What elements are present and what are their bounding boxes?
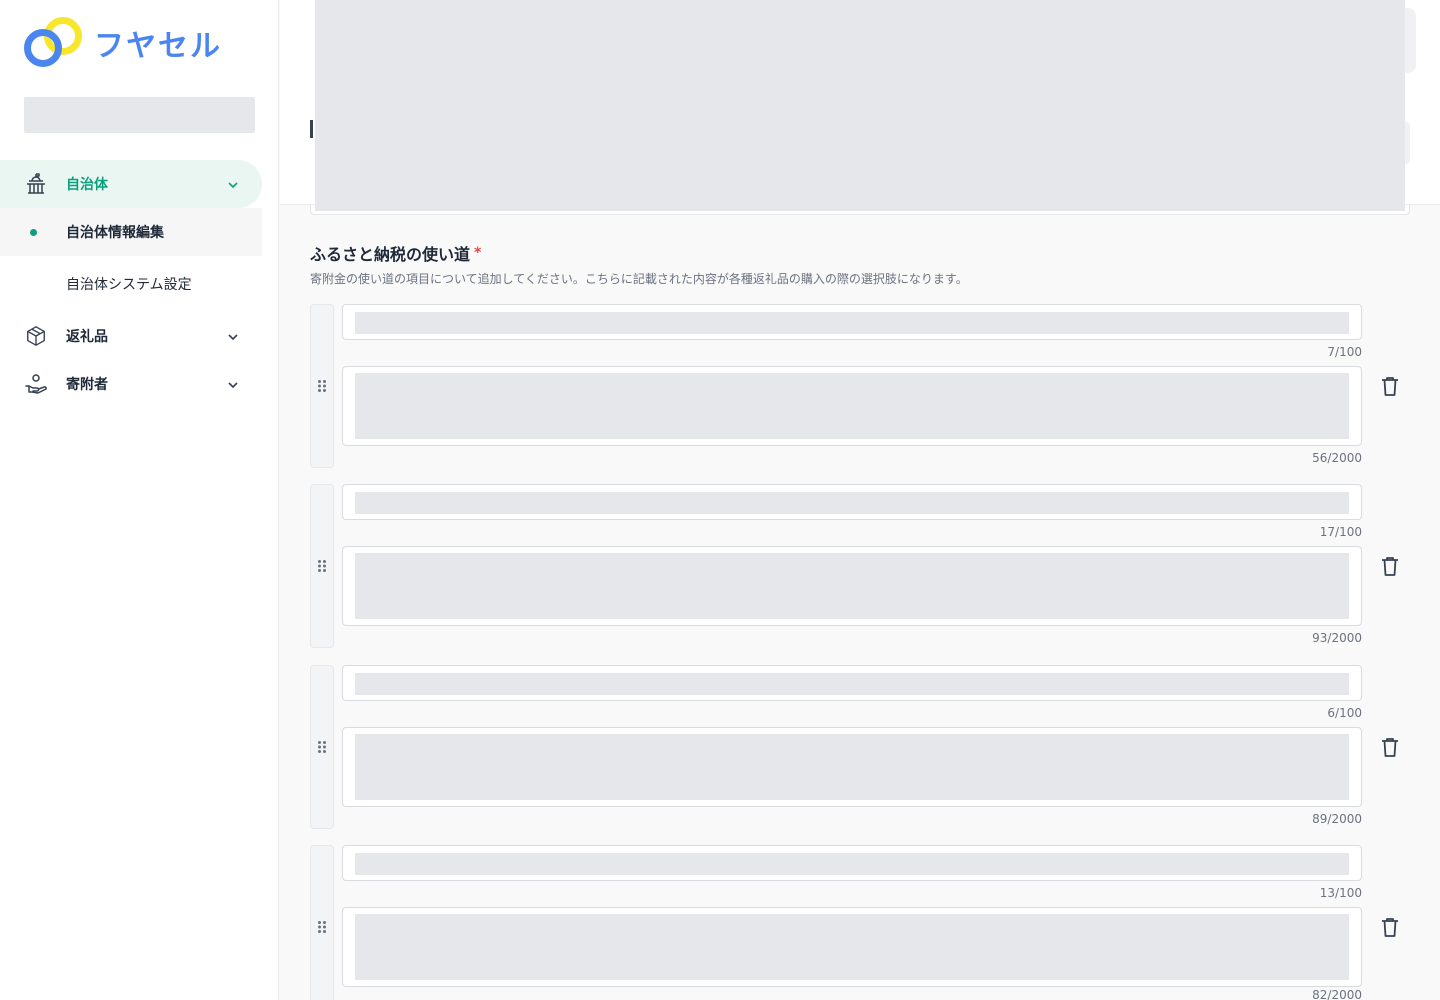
usage-item: 13/100 82/2000	[310, 845, 1410, 1000]
trash-icon[interactable]	[1381, 376, 1399, 396]
sidebar-item-municipality[interactable]: 自治体	[0, 160, 262, 208]
sidebar-subitem-label: 自治体システム設定	[66, 277, 192, 293]
title-char-count: 13/100	[1319, 886, 1362, 900]
drag-handle-icon	[318, 560, 326, 572]
trash-icon[interactable]	[1381, 737, 1399, 757]
sidebar-item-return-gifts[interactable]: 返礼品	[0, 312, 262, 360]
drag-handle[interactable]	[310, 665, 334, 829]
loading-overlay	[315, 0, 1405, 211]
sidebar-item-label: 寄附者	[66, 377, 108, 393]
usage-item: 7/100 56/2000	[310, 304, 1410, 468]
chevron-down-icon[interactable]	[226, 377, 240, 391]
title-char-count: 17/100	[1319, 525, 1362, 539]
drag-handle-icon	[318, 921, 326, 933]
current-indicator-dot	[30, 229, 37, 236]
usage-item: 17/100 93/2000	[310, 484, 1410, 648]
sidebar-nav: 自治体 自治体情報編集 自治体システム設定 返礼品 寄附者	[0, 160, 262, 408]
usage-description-textarea[interactable]	[342, 727, 1362, 807]
city-hall-icon	[24, 172, 48, 196]
hand-person-icon	[24, 372, 48, 396]
sidebar: フヤセル 自治体 自治体情報編集 自治体システム設定 返礼品 寄附者	[0, 0, 279, 1000]
usage-title-input[interactable]	[342, 304, 1362, 340]
logo-mark-icon	[24, 17, 84, 69]
body-char-count: 56/2000	[1312, 451, 1362, 465]
box-icon	[24, 324, 48, 348]
sidebar-item-label: 返礼品	[66, 329, 108, 345]
brand-logo[interactable]: フヤセル	[24, 17, 222, 69]
usage-title-input[interactable]	[342, 484, 1362, 520]
sidebar-item-label: 自治体	[66, 177, 108, 193]
usage-item: 6/100 89/2000	[310, 665, 1410, 829]
usage-title-input[interactable]	[342, 845, 1362, 881]
chevron-down-icon[interactable]	[226, 329, 240, 343]
page-title-placeholder	[310, 120, 313, 138]
sidebar-placeholder	[24, 97, 255, 133]
sidebar-subitem-label: 自治体情報編集	[66, 225, 164, 241]
section-title-text: ふるさと納税の使い道	[310, 245, 471, 264]
section-title: ふるさと納税の使い道 *	[310, 241, 481, 265]
required-mark: *	[474, 245, 482, 261]
body-char-count: 82/2000	[1312, 988, 1362, 1000]
title-char-count: 6/100	[1327, 706, 1362, 720]
body-char-count: 93/2000	[1312, 631, 1362, 645]
drag-handle-icon	[318, 741, 326, 753]
sidebar-subitem-municipality-edit[interactable]: 自治体情報編集	[0, 208, 262, 256]
usage-description-textarea[interactable]	[342, 366, 1362, 446]
sidebar-item-donors[interactable]: 寄附者	[0, 360, 262, 408]
sidebar-subitem-system-settings[interactable]: 自治体システム設定	[0, 256, 262, 312]
usage-description-textarea[interactable]	[342, 546, 1362, 626]
usage-title-input[interactable]	[342, 665, 1362, 701]
chevron-down-icon[interactable]	[226, 177, 240, 191]
usage-description-textarea[interactable]	[342, 907, 1362, 987]
logo-text: フヤセル	[94, 29, 222, 64]
drag-handle[interactable]	[310, 845, 334, 1000]
trash-icon[interactable]	[1381, 917, 1399, 937]
trash-icon[interactable]	[1381, 556, 1399, 576]
body-char-count: 89/2000	[1312, 812, 1362, 826]
drag-handle[interactable]	[310, 304, 334, 468]
drag-handle[interactable]	[310, 484, 334, 648]
title-char-count: 7/100	[1327, 345, 1362, 359]
section-description: 寄附金の使い道の項目について追加してください。こちらに記載された内容が各種返礼品…	[310, 272, 968, 286]
drag-handle-icon	[318, 380, 326, 392]
